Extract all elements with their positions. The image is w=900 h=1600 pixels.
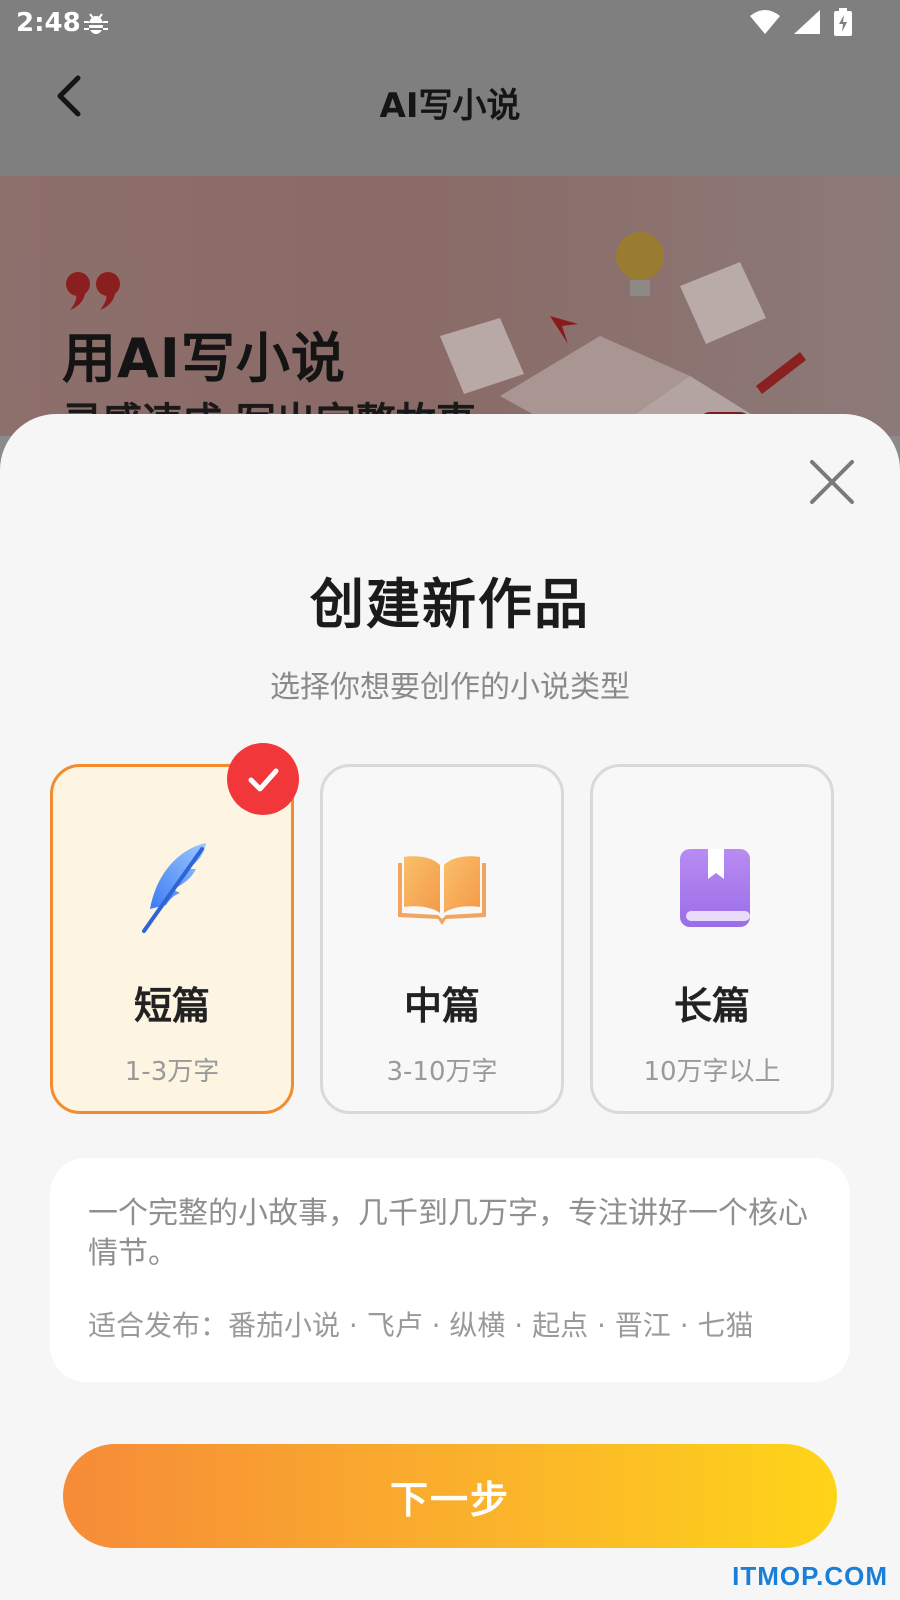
status-icons <box>750 8 852 40</box>
publish-platforms: 适合发布：番茄小说 · 飞卢 · 纵横 · 起点 · 晋江 · 七猫 <box>88 1309 754 1342</box>
option-label: 长篇 <box>673 984 750 1028</box>
create-work-sheet: 创建新作品 选择你想要创作的小说类型 短篇 1-3万字 中篇 3-10万字 长篇… <box>0 414 900 1600</box>
sheet-subtitle: 选择你想要创作的小说类型 <box>270 670 630 705</box>
next-button[interactable]: 下一步 <box>63 1444 837 1548</box>
status-bar: 2:48 <box>0 0 900 48</box>
option-short-novel[interactable]: 短篇 1-3万字 <box>50 743 299 1114</box>
battery-charging-icon <box>834 8 852 40</box>
status-time: 2:48 <box>16 8 81 38</box>
debug-bug-icon <box>84 10 108 40</box>
sheet-title: 创建新作品 <box>310 573 590 636</box>
selected-check-badge <box>227 743 299 815</box>
close-button[interactable] <box>808 458 856 506</box>
option-word-count: 10万字以上 <box>643 1057 781 1087</box>
option-word-count: 3-10万字 <box>386 1057 498 1087</box>
check-icon <box>248 768 279 792</box>
writing-illustration <box>440 226 840 436</box>
screen: 2:48 AI写小说 用AI写小说 创建新作品 选择你想要创作的小说类型 短篇 … <box>0 0 900 1600</box>
option-medium-novel[interactable]: 中篇 3-10万字 <box>320 764 564 1114</box>
bookmarked-book-icon <box>662 839 762 939</box>
watermark: ITMOP.COM <box>732 1561 888 1591</box>
banner: 用AI写小说 灵感速成 写出完整故事 <box>0 176 900 436</box>
option-long-novel[interactable]: 长篇 10万字以上 <box>590 764 834 1114</box>
signal-icon <box>794 10 820 38</box>
description-text: 一个完整的小故事，几千到几万字，专注讲好一个核心情节。 <box>88 1196 808 1271</box>
close-icon <box>810 460 854 504</box>
quote-mark-icon <box>64 270 124 314</box>
option-label: 中篇 <box>403 984 480 1028</box>
feather-icon <box>122 839 222 939</box>
option-label: 短篇 <box>133 984 210 1028</box>
option-word-count: 1-3万字 <box>124 1057 220 1087</box>
banner-title: 用AI写小说 <box>62 327 346 390</box>
page-title: AI写小说 <box>379 86 521 126</box>
wifi-icon <box>750 10 780 38</box>
header: AI写小说 <box>0 48 900 176</box>
open-book-icon <box>392 839 492 939</box>
description-card: 一个完整的小故事，几千到几万字，专注讲好一个核心情节。 适合发布：番茄小说 · … <box>50 1158 850 1382</box>
novel-type-options: 短篇 1-3万字 中篇 3-10万字 长篇 10万字以上 <box>50 743 850 1120</box>
